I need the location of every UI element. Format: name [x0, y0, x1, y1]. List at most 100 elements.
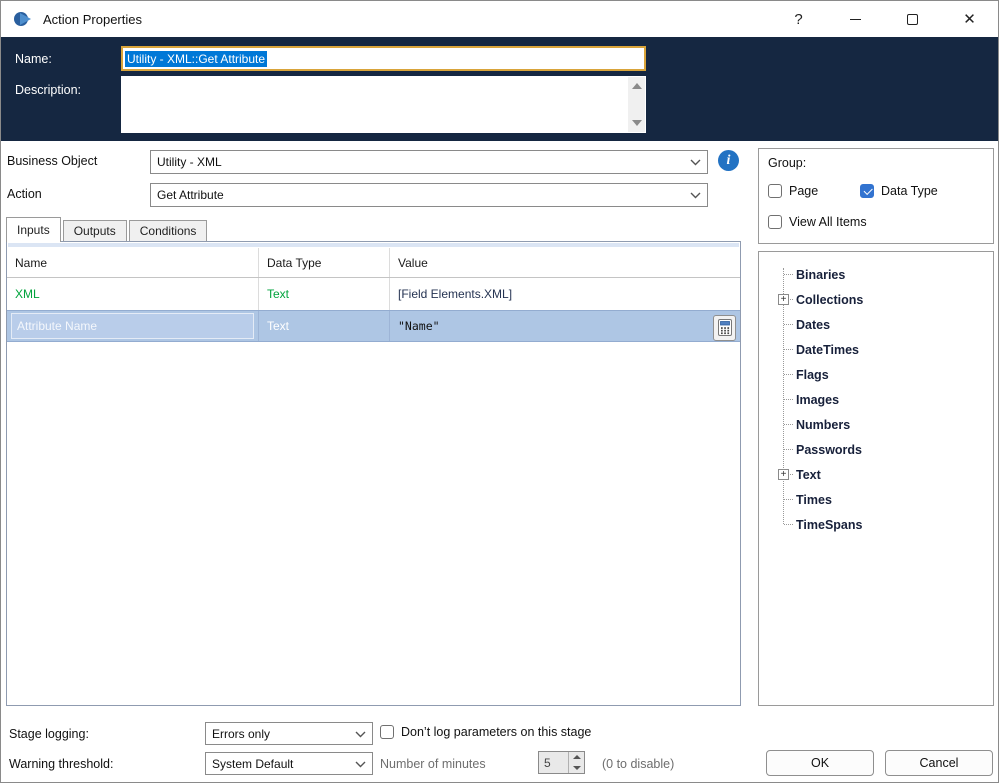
chevron-down-icon — [690, 159, 701, 166]
tree-item-datetimes[interactable]: DateTimes — [759, 337, 993, 362]
chevron-down-icon — [355, 761, 366, 768]
tree-item-label: Numbers — [796, 418, 850, 432]
checkbox-label: Data Type — [881, 184, 938, 198]
panel-top-strip — [8, 243, 739, 247]
tree-item-text[interactable]: + Text — [759, 462, 993, 487]
checkbox-label: Page — [789, 184, 818, 198]
checkbox-icon[interactable] — [768, 215, 782, 229]
input-value[interactable]: "Name" — [398, 319, 440, 333]
stepper-up-icon[interactable] — [569, 752, 584, 763]
business-object-select[interactable]: Utility - XML — [150, 150, 708, 174]
tree-item-label: Flags — [796, 368, 829, 382]
maximize-icon — [907, 14, 918, 25]
table-row-selected[interactable]: Attribute Name Text "Name" — [7, 310, 740, 342]
tree-item-label: Images — [796, 393, 839, 407]
dont-log-label: Don’t log parameters on this stage — [401, 725, 591, 739]
scroll-up-icon[interactable] — [632, 83, 642, 89]
expand-plus-icon[interactable]: + — [778, 469, 789, 480]
tree-item-dates[interactable]: Dates — [759, 312, 993, 337]
maximize-button[interactable] — [884, 1, 941, 37]
tree-item-numbers[interactable]: Numbers — [759, 412, 993, 437]
column-header-value[interactable]: Value — [390, 248, 740, 277]
checkbox-icon[interactable] — [768, 184, 782, 198]
column-header-datatype[interactable]: Data Type — [259, 248, 390, 277]
action-properties-dialog: Action Properties ? ✕ Name: Utility - XM… — [0, 0, 999, 783]
tab-outputs[interactable]: Outputs — [63, 220, 127, 241]
input-value[interactable]: [Field Elements.XML] — [390, 278, 740, 310]
tab-conditions[interactable]: Conditions — [129, 220, 208, 241]
tree-item-label: Dates — [796, 318, 830, 332]
tree-item-collections[interactable]: + Collections — [759, 287, 993, 312]
close-button[interactable]: ✕ — [941, 1, 998, 37]
chevron-down-icon — [355, 731, 366, 738]
checkbox-data-type[interactable]: Data Type — [860, 184, 938, 198]
group-panel: Group: Page Data Type View All Items — [758, 148, 994, 244]
dont-log-checkbox[interactable]: Don’t log parameters on this stage — [380, 725, 591, 739]
tree-item-times[interactable]: Times — [759, 487, 993, 512]
description-scrollbar[interactable] — [628, 77, 645, 132]
stage-logging-select[interactable]: Errors only — [205, 722, 373, 745]
stage-logging-value: Errors only — [212, 727, 270, 741]
tree-item-timespans[interactable]: TimeSpans — [759, 512, 993, 537]
minutes-value[interactable]: 5 — [539, 752, 568, 773]
checkbox-view-all-items[interactable]: View All Items — [768, 215, 867, 229]
warning-threshold-label: Warning threshold: — [9, 757, 113, 771]
expand-plus-icon[interactable]: + — [778, 294, 789, 305]
description-textarea[interactable] — [121, 76, 646, 133]
name-input[interactable]: Utility - XML::Get Attribute — [121, 46, 646, 71]
calculator-icon — [718, 319, 732, 336]
checkbox-page[interactable]: Page — [768, 184, 818, 198]
scroll-down-icon[interactable] — [632, 120, 642, 126]
minimize-button[interactable] — [827, 1, 884, 37]
stepper-down-icon[interactable] — [569, 763, 584, 774]
input-value-cell[interactable]: "Name" — [390, 311, 740, 341]
action-select[interactable]: Get Attribute — [150, 183, 708, 207]
checkbox-label: View All Items — [789, 215, 867, 229]
chevron-down-icon — [690, 192, 701, 199]
input-datatype: Text — [259, 311, 390, 341]
warning-threshold-value: System Default — [212, 757, 293, 771]
stepper-buttons — [568, 752, 584, 773]
tree-item-passwords[interactable]: Passwords — [759, 437, 993, 462]
tree-item-label: Collections — [796, 293, 863, 307]
warning-threshold-select[interactable]: System Default — [205, 752, 373, 775]
name-label: Name: — [15, 52, 52, 66]
input-name-cell: Attribute Name — [7, 311, 259, 341]
column-header-name[interactable]: Name — [7, 248, 259, 277]
input-name: XML — [7, 278, 259, 310]
tab-inputs[interactable]: Inputs — [6, 217, 61, 242]
group-title: Group: — [768, 156, 806, 170]
checkbox-checked-icon[interactable] — [860, 184, 874, 198]
minutes-label: Number of minutes — [380, 757, 486, 771]
cancel-button[interactable]: Cancel — [885, 750, 993, 776]
stage-logging-label: Stage logging: — [9, 727, 89, 741]
tree-item-label: TimeSpans — [796, 518, 862, 532]
help-button[interactable]: ? — [770, 1, 827, 37]
titlebar: Action Properties ? ✕ — [1, 1, 998, 37]
tree-item-images[interactable]: Images — [759, 387, 993, 412]
data-type-tree: Binaries + Collections Dates DateTimes Fl… — [758, 251, 994, 706]
tree-item-binaries[interactable]: Binaries — [759, 262, 993, 287]
tree-item-label: Binaries — [796, 268, 845, 282]
business-object-label: Business Object — [7, 154, 97, 168]
inputs-table: Name Data Type Value XML Text [Field Ele… — [6, 241, 741, 706]
expression-editor-button[interactable] — [713, 315, 736, 341]
disable-hint-label: (0 to disable) — [602, 757, 674, 771]
minutes-stepper[interactable]: 5 — [538, 751, 585, 774]
tree-item-label: Text — [796, 468, 821, 482]
name-input-value: Utility - XML::Get Attribute — [125, 51, 267, 67]
blueprism-logo-icon — [13, 9, 33, 29]
description-label: Description: — [15, 83, 81, 97]
tree-item-label: Times — [796, 493, 832, 507]
input-name-editbox[interactable]: Attribute Name — [11, 313, 254, 339]
parameters-tabstrip: Inputs Outputs Conditions — [6, 216, 209, 241]
table-row[interactable]: XML Text [Field Elements.XML] — [7, 278, 740, 310]
action-value: Get Attribute — [157, 188, 224, 202]
checkbox-icon[interactable] — [380, 725, 394, 739]
table-header-row: Name Data Type Value — [7, 248, 740, 278]
info-icon[interactable]: i — [718, 150, 739, 171]
minimize-icon — [850, 19, 861, 20]
ok-button[interactable]: OK — [766, 750, 874, 776]
tree-item-flags[interactable]: Flags — [759, 362, 993, 387]
business-object-value: Utility - XML — [157, 155, 222, 169]
